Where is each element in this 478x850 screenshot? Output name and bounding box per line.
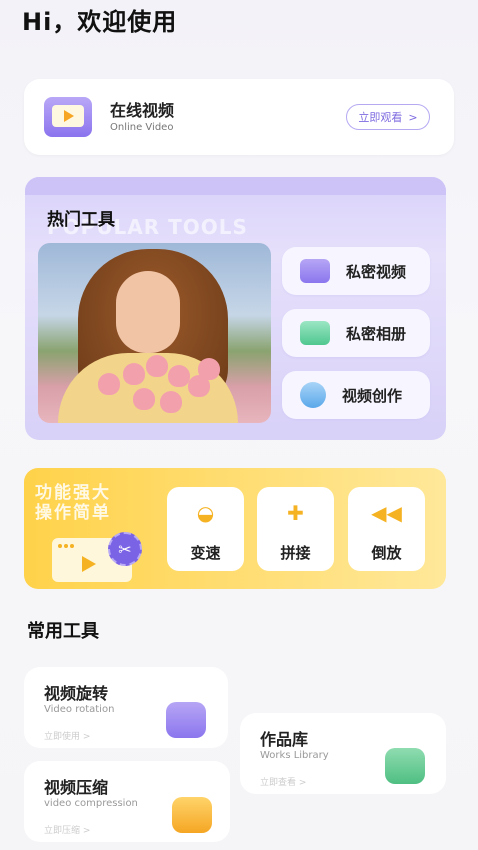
folder-icon xyxy=(385,748,425,784)
video-compression-subtitle: video compression xyxy=(44,798,138,809)
watch-now-label: 立即观看 xyxy=(358,111,403,124)
video-compression-card[interactable]: 视频压缩 video compression 立即压缩 > xyxy=(24,761,230,842)
chevron-right-icon: > xyxy=(408,110,418,124)
watch-now-button[interactable]: 立即观看 > xyxy=(346,104,430,130)
private-video-icon xyxy=(300,259,330,283)
common-tools-title: 常用工具 xyxy=(27,621,99,642)
video-compression-action[interactable]: 立即压缩 > xyxy=(44,823,90,836)
private-album-icon xyxy=(300,321,330,345)
video-rotation-action[interactable]: 立即使用 > xyxy=(44,729,90,742)
banner-slogan: 功能强大 操作简单 xyxy=(35,483,111,523)
banner-slogan-line1: 功能强大 xyxy=(35,483,111,503)
tool-reverse-label: 倒放 xyxy=(371,544,402,562)
tool-speed[interactable]: ◒ 变速 xyxy=(167,487,244,571)
compress-icon xyxy=(172,797,212,833)
private-album-label: 私密相册 xyxy=(346,324,407,343)
banner-slogan-line2: 操作简单 xyxy=(35,503,111,523)
scissors-icon: ✂ xyxy=(108,532,142,566)
popular-tools-panel: POPULAR TOOLS 热门工具 私密视频 私密相册 视频创作 xyxy=(25,177,446,440)
works-library-action[interactable]: 立即查看 > xyxy=(260,775,306,788)
tool-merge[interactable]: ✚ 拼接 xyxy=(257,487,334,571)
tool-speed-label: 变速 xyxy=(190,544,221,562)
puzzle-icon: ✚ xyxy=(287,501,304,525)
works-library-title: 作品库 xyxy=(260,730,309,749)
online-video-card[interactable]: 在线视频 Online Video 立即观看 > xyxy=(24,79,454,155)
speed-icon: ◒ xyxy=(196,501,215,525)
video-create-label: 视频创作 xyxy=(342,386,403,405)
rotate-icon xyxy=(166,702,206,738)
video-compression-title: 视频压缩 xyxy=(44,778,109,797)
featured-photo[interactable] xyxy=(38,243,271,423)
video-rotation-title: 视频旋转 xyxy=(44,684,109,703)
feature-banner: 功能强大 操作简单 ✂ ◒ 变速 ✚ 拼接 ◀◀ 倒放 xyxy=(24,468,446,589)
popular-tools-title: 热门工具 xyxy=(47,210,115,230)
tool-reverse[interactable]: ◀◀ 倒放 xyxy=(348,487,425,571)
rewind-icon: ◀◀ xyxy=(371,501,402,525)
online-video-title: 在线视频 xyxy=(110,101,175,120)
video-rotation-subtitle: Video rotation xyxy=(44,704,115,715)
video-rotation-card[interactable]: 视频旋转 Video rotation 立即使用 > xyxy=(24,667,228,748)
private-album-button[interactable]: 私密相册 xyxy=(282,309,430,357)
online-video-subtitle: Online Video xyxy=(110,122,174,133)
greeting-title: Hi，欢迎使用 xyxy=(22,8,178,36)
works-library-card[interactable]: 作品库 Works Library 立即查看 > xyxy=(240,713,446,794)
video-create-button[interactable]: 视频创作 xyxy=(282,371,430,419)
works-library-subtitle: Works Library xyxy=(260,750,329,761)
private-video-label: 私密视频 xyxy=(346,262,407,281)
video-create-icon xyxy=(300,382,326,408)
private-video-button[interactable]: 私密视频 xyxy=(282,247,430,295)
video-player-icon xyxy=(44,97,92,137)
tool-merge-label: 拼接 xyxy=(280,544,311,562)
